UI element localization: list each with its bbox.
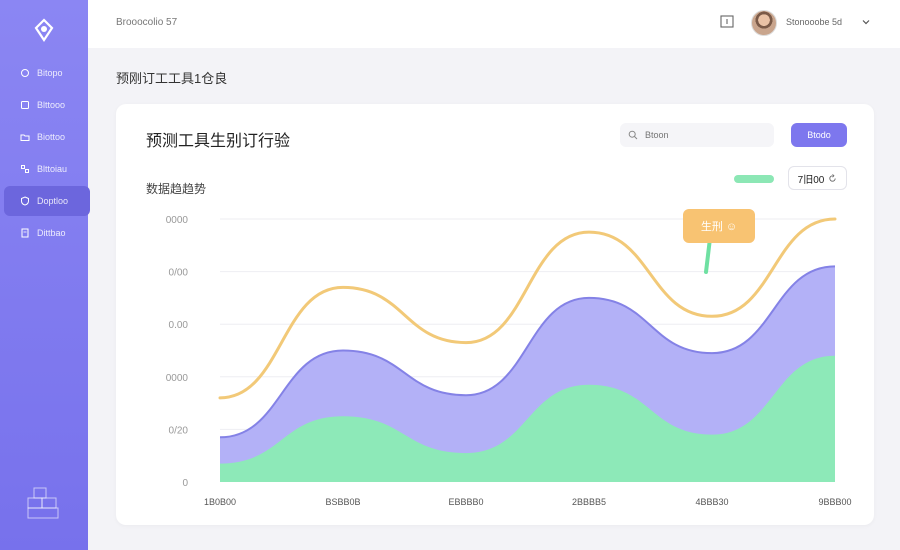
x-tick-label: EBBBB0 (448, 497, 483, 507)
sidebar-item-label: Blttoiau (37, 164, 68, 174)
avatar[interactable] (751, 10, 777, 36)
breadcrumb: 预刚订工工具1仓良 (116, 71, 228, 86)
sidebar-item-4[interactable]: Doptloo (4, 186, 90, 216)
y-tick-label: 0.00 (169, 320, 189, 331)
sidebar: Bitopo Blttooo Biottoo Blttoiau Doptloo … (0, 0, 90, 550)
y-tick-label: 0/00 (169, 268, 189, 279)
y-tick-label: 0/20 (169, 425, 189, 436)
x-tick-label: BSBB0B (325, 497, 360, 507)
forecast-card: 预测工具生别订行验 Btodo 数据趋趋势 7旧00 00000/000.000… (116, 104, 874, 525)
shield-icon (21, 196, 29, 206)
sidebar-item-5[interactable]: Dittbao (4, 218, 90, 248)
notification-icon[interactable] (720, 15, 734, 29)
sidebar-item-0[interactable]: Bitopo (4, 58, 90, 88)
y-tick-label: 0000 (166, 215, 189, 226)
folder-icon (20, 134, 30, 141)
x-tick-label: 4BBB30 (695, 497, 728, 507)
x-tick-label: 1B0B00 (204, 497, 236, 507)
home-icon (21, 69, 29, 77)
app-title: Brooocolio 57 (116, 17, 178, 28)
user-name[interactable]: Stonooobe 5d (786, 17, 842, 27)
sidebar-item-3[interactable]: Blttoiau (4, 154, 90, 184)
sidebar-item-label: Doptloo (37, 196, 69, 206)
x-tick-label: 9BBB00 (818, 497, 851, 507)
logo-icon (34, 18, 54, 42)
grid-icon (21, 165, 29, 173)
sidebar-item-label: Bitopo (37, 68, 63, 78)
sidebar-item-2[interactable]: Biottoo (4, 122, 90, 152)
chevron-down-icon[interactable] (861, 17, 871, 27)
trend-chart: 0000 0/00 0.00 0000 0/20 0 1B0B00 BSBB0B EBBBB0… (166, 215, 852, 507)
document-icon (21, 228, 29, 238)
stack-icon (27, 487, 59, 519)
sidebar-item-1[interactable]: Blttooo (4, 90, 90, 120)
top-bar: Brooocolio 57 Stonooobe 5d (88, 0, 900, 48)
x-tick-label: 2BBBB5 (572, 497, 606, 507)
sidebar-item-label: Blttooo (37, 100, 66, 110)
sidebar-item-label: Biottoo (37, 132, 66, 142)
y-tick-label: 0000 (166, 373, 189, 384)
y-tick-label: 0 (182, 478, 188, 489)
chart-tooltip: 生刑 ☺ (683, 209, 755, 243)
sidebar-item-label: Dittbao (37, 228, 66, 238)
chart-icon (21, 101, 29, 109)
